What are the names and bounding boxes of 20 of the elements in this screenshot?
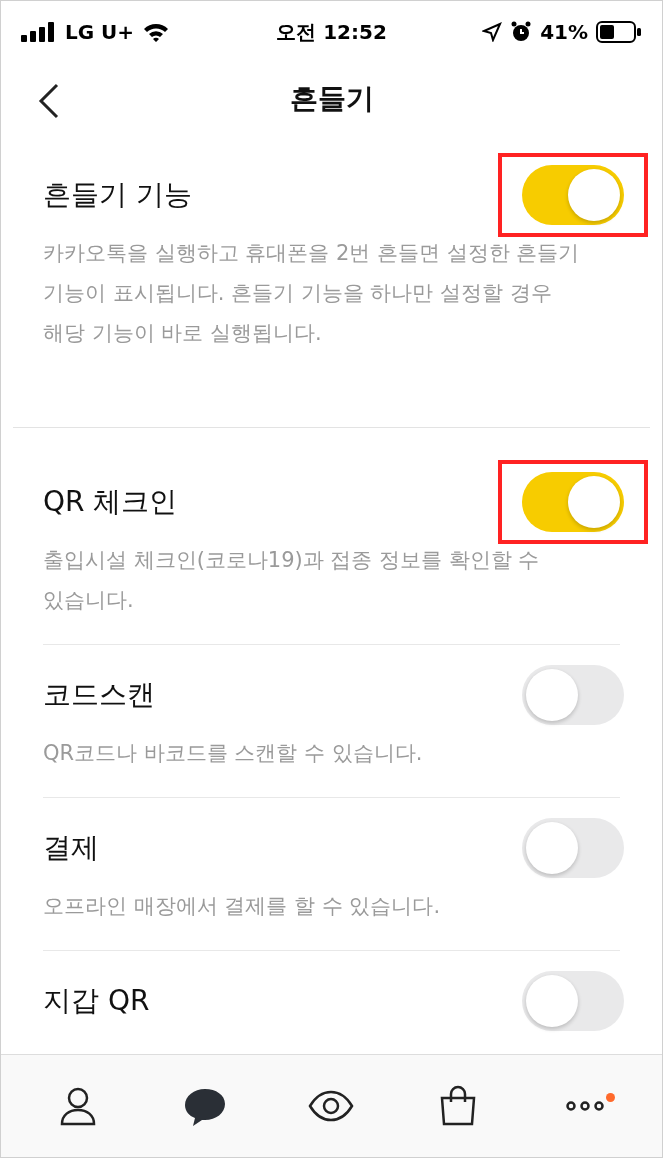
page-title: 흔들기	[289, 81, 374, 117]
setting-description: 오프라인 매장에서 결제를 할 수 있습니다.	[43, 893, 442, 920]
setting-description: 카카오톡을 실행하고 휴대폰을 2번 흔들면 설정한 흔들기 기능이 표시됩니다. 흔들기 기능을 하나만 설정할 경우 해당 기능이 바로 실행됩니다.	[43, 240, 581, 347]
signal-icon	[21, 22, 57, 42]
alarm-clock-icon	[510, 21, 533, 43]
setting-description: QR코드나 바코드를 스캔할 수 있습니다.	[43, 740, 424, 767]
battery-percent-text: 41%	[540, 20, 588, 44]
carrier-text: LG U+	[65, 20, 135, 44]
setting-title: 흔들기 기능	[43, 177, 192, 213]
setting-title: 결제	[43, 830, 99, 866]
setting-title: QR 체크인	[43, 484, 178, 520]
battery-icon	[596, 21, 642, 43]
location-arrow-icon	[482, 22, 503, 42]
wifi-icon	[142, 21, 171, 43]
time-text: 오전 12:52	[276, 18, 387, 46]
setting-description: 출입시설 체크인(코로나19)과 접종 정보를 확인할 수 있습니다.	[43, 547, 541, 614]
setting-title: 코드스캔	[43, 677, 155, 713]
toggle-switch[interactable]	[522, 165, 624, 225]
setting-title: 지갑 QR	[43, 983, 150, 1019]
toggle-switch[interactable]	[522, 472, 624, 532]
